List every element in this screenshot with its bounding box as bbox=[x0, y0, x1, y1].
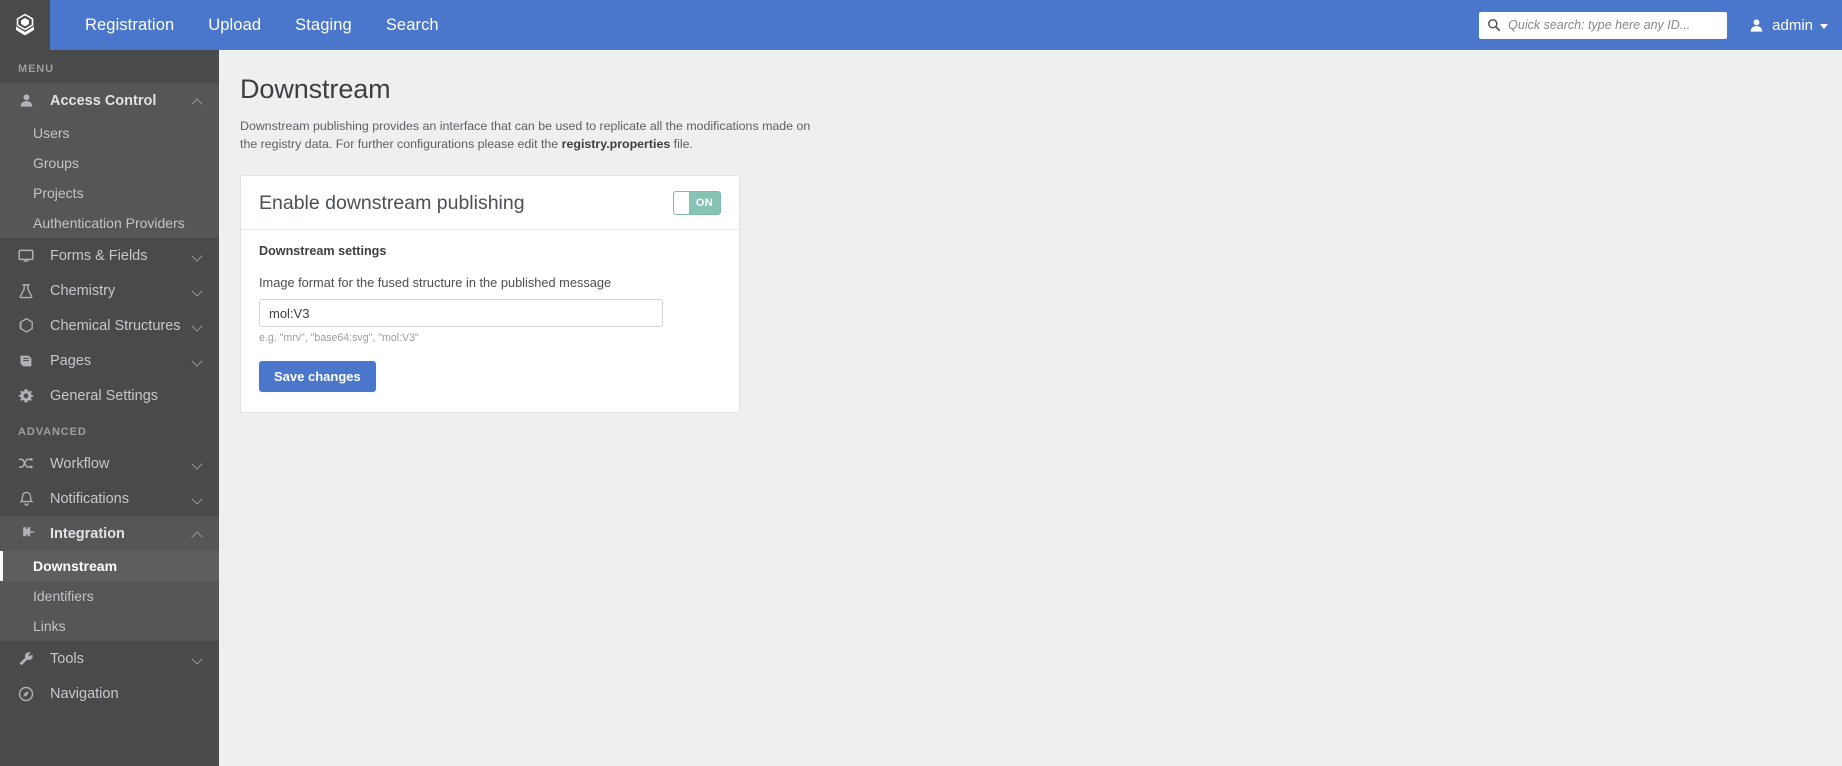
flask-icon bbox=[16, 283, 36, 299]
sidebar-item-label: Chemical Structures bbox=[50, 317, 181, 334]
chevron-down-icon bbox=[193, 251, 203, 261]
panel-header: Enable downstream publishing ON bbox=[241, 176, 739, 230]
compass-icon bbox=[16, 686, 36, 702]
submenu-access-control: Users Groups Projects Authentication Pro… bbox=[0, 118, 219, 238]
enable-downstream-publishing-toggle[interactable]: ON bbox=[673, 191, 721, 215]
shuffle-icon bbox=[16, 456, 36, 471]
sidebar-item-pages[interactable]: Pages bbox=[0, 343, 219, 378]
book-icon bbox=[16, 353, 36, 369]
app-logo[interactable] bbox=[0, 0, 50, 50]
sidebar-item-label: Tools bbox=[50, 650, 84, 667]
search-input[interactable] bbox=[1508, 18, 1720, 32]
image-format-field-label: Image format for the fused structure in … bbox=[259, 275, 612, 290]
sidebar-item-integration[interactable]: Integration bbox=[0, 516, 219, 551]
sidebar-subitem-identifiers[interactable]: Identifiers bbox=[0, 581, 219, 611]
sidebar: MENU Access Control Users Groups Project… bbox=[0, 0, 219, 766]
nav-search[interactable]: Search bbox=[369, 0, 456, 50]
sidebar-section-advanced-label: ADVANCED bbox=[18, 426, 87, 438]
toggle-knob bbox=[674, 192, 689, 214]
sidebar-item-label: Chemistry bbox=[50, 282, 116, 299]
user-menu-label: admin bbox=[1772, 16, 1813, 34]
top-navigation-bar: Registration Upload Staging Search admin bbox=[0, 0, 1842, 50]
main-content: Downstream Downstream publishing provide… bbox=[219, 50, 1842, 766]
sidebar-item-forms-and-fields[interactable]: Forms & Fields bbox=[0, 238, 219, 273]
downstream-panel: Enable downstream publishing ON Downstre… bbox=[240, 175, 740, 413]
sidebar-subitem-links[interactable]: Links bbox=[0, 611, 219, 641]
sidebar-item-label: Navigation bbox=[50, 685, 119, 702]
sidebar-item-chemical-structures[interactable]: Chemical Structures bbox=[0, 308, 219, 343]
cube-package-icon bbox=[16, 13, 34, 36]
sidebar-subitem-groups[interactable]: Groups bbox=[0, 148, 219, 178]
downstream-settings-title: Downstream settings bbox=[259, 244, 387, 258]
chevron-down-icon bbox=[193, 286, 203, 296]
sidebar-subitem-projects[interactable]: Projects bbox=[0, 178, 219, 208]
panel-header-title: Enable downstream publishing bbox=[259, 191, 525, 214]
primary-nav: Registration Upload Staging Search bbox=[68, 0, 456, 50]
chevron-down-icon bbox=[193, 494, 203, 504]
sidebar-subitem-users[interactable]: Users bbox=[0, 118, 219, 148]
topbar-right-area: admin bbox=[1479, 11, 1842, 39]
nav-staging[interactable]: Staging bbox=[278, 0, 369, 50]
sidebar-item-label: Access Control bbox=[50, 92, 157, 109]
page-title: Downstream bbox=[240, 74, 391, 104]
puzzle-piece-icon bbox=[16, 526, 36, 542]
save-changes-button[interactable]: Save changes bbox=[259, 361, 376, 392]
sidebar-item-access-control[interactable]: Access Control bbox=[0, 83, 219, 118]
nav-upload[interactable]: Upload bbox=[191, 0, 278, 50]
page-description: Downstream publishing provides an interf… bbox=[240, 118, 820, 153]
sidebar-item-chemistry[interactable]: Chemistry bbox=[0, 273, 219, 308]
image-format-input[interactable] bbox=[259, 299, 663, 327]
chevron-down-icon bbox=[1820, 23, 1828, 29]
sidebar-subitem-authentication-providers[interactable]: Authentication Providers bbox=[0, 208, 219, 238]
chevron-up-icon bbox=[193, 96, 203, 106]
chevron-up-icon bbox=[193, 529, 203, 539]
sidebar-item-label: Integration bbox=[50, 525, 125, 542]
sidebar-item-navigation[interactable]: Navigation bbox=[0, 676, 219, 711]
sidebar-item-notifications[interactable]: Notifications bbox=[0, 481, 219, 516]
page-description-part2: file. bbox=[670, 136, 693, 151]
benzene-ring-icon bbox=[16, 317, 36, 334]
sidebar-item-label: Workflow bbox=[50, 455, 110, 472]
nav-registration[interactable]: Registration bbox=[68, 0, 191, 50]
quick-search-box[interactable] bbox=[1479, 11, 1728, 39]
image-format-help-text: e.g. "mrv", "base64:svg", "mol:V3" bbox=[259, 332, 419, 344]
sidebar-item-general-settings[interactable]: General Settings bbox=[0, 378, 219, 413]
chevron-down-icon bbox=[193, 654, 203, 664]
chevron-down-icon bbox=[193, 321, 203, 331]
toggle-state-label: ON bbox=[695, 197, 714, 209]
person-icon bbox=[16, 93, 36, 108]
user-menu[interactable]: admin bbox=[1749, 17, 1828, 34]
page-description-part1: Downstream publishing provides an interf… bbox=[240, 119, 811, 151]
sidebar-subitem-downstream[interactable]: Downstream bbox=[0, 551, 219, 581]
sidebar-section-menu-label: MENU bbox=[18, 63, 54, 75]
sidebar-item-workflow[interactable]: Workflow bbox=[0, 446, 219, 481]
sidebar-item-label: General Settings bbox=[50, 387, 159, 404]
sidebar-item-label: Pages bbox=[50, 352, 92, 369]
chevron-down-icon bbox=[193, 459, 203, 469]
search-icon bbox=[1488, 19, 1501, 32]
sidebar-item-label: Notifications bbox=[50, 490, 129, 507]
gear-icon bbox=[16, 388, 36, 404]
chevron-down-icon bbox=[193, 356, 203, 366]
bell-icon bbox=[16, 491, 36, 507]
submenu-integration: Downstream Identifiers Links bbox=[0, 551, 219, 641]
panel-body: Downstream settings Image format for the… bbox=[241, 230, 739, 412]
sidebar-item-label: Forms & Fields bbox=[50, 247, 148, 264]
person-icon bbox=[1749, 18, 1764, 33]
sidebar-item-tools[interactable]: Tools bbox=[0, 641, 219, 676]
monitor-icon bbox=[16, 248, 36, 264]
wrench-icon bbox=[16, 651, 36, 667]
page-description-bold: registry.properties bbox=[561, 136, 671, 151]
